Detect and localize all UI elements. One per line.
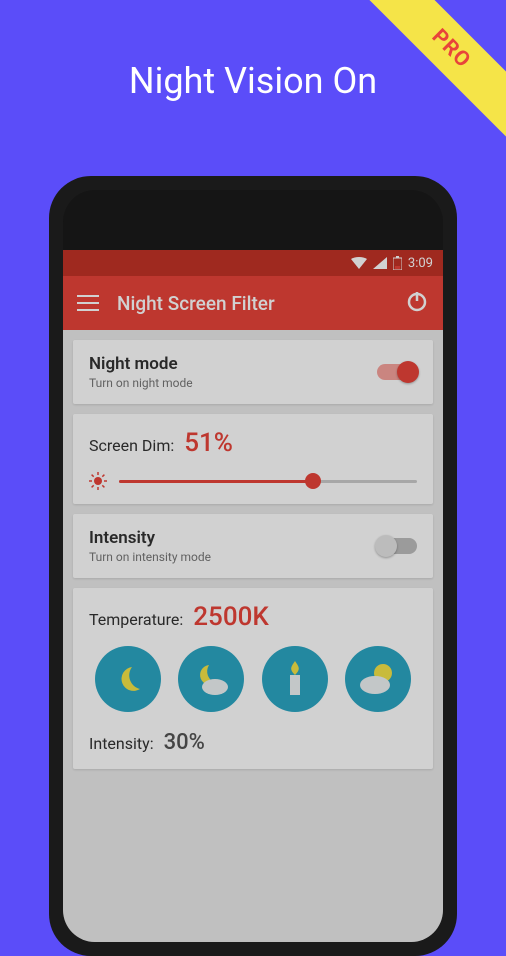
intensity-title: Intensity xyxy=(89,528,211,548)
wifi-icon xyxy=(351,257,367,269)
signal-icon xyxy=(373,257,387,269)
intensity-subtitle: Turn on intensity mode xyxy=(89,550,211,564)
status-bar: 3:09 xyxy=(63,250,443,276)
menu-icon[interactable] xyxy=(77,295,99,311)
screen-dim-slider[interactable] xyxy=(119,480,417,483)
moon-cloud-icon[interactable] xyxy=(178,646,244,712)
content-area: Night mode Turn on night mode Screen Dim… xyxy=(63,340,443,769)
power-button[interactable] xyxy=(405,289,429,317)
brightness-icon xyxy=(89,472,107,490)
temperature-card: Temperature: 2500K xyxy=(73,588,433,769)
screen-dim-card: Screen Dim: 51% xyxy=(73,414,433,504)
screen-dim-value: 51% xyxy=(184,428,233,458)
intensity-toggle[interactable] xyxy=(377,538,417,554)
battery-icon xyxy=(393,256,402,270)
night-mode-card: Night mode Turn on night mode xyxy=(73,340,433,404)
temperature-label: Temperature: xyxy=(89,610,183,629)
app-screen: 3:09 Night Screen Filter Night mo xyxy=(63,250,443,942)
pro-ribbon-text: PRO xyxy=(427,25,475,73)
screen-dim-label: Screen Dim: xyxy=(89,436,174,455)
app-title: Night Screen Filter xyxy=(117,292,405,315)
night-mode-toggle[interactable] xyxy=(377,364,417,380)
app-bar: Night Screen Filter xyxy=(63,276,443,330)
phone-frame: 3:09 Night Screen Filter Night mo xyxy=(49,176,457,956)
moon-icon[interactable] xyxy=(95,646,161,712)
sun-cloud-icon[interactable] xyxy=(345,646,411,712)
candle-icon[interactable] xyxy=(262,646,328,712)
statusbar-time: 3:09 xyxy=(408,256,433,271)
intensity-label: Intensity: xyxy=(89,734,154,753)
temperature-value: 2500K xyxy=(193,602,269,632)
night-mode-subtitle: Turn on night mode xyxy=(89,376,193,390)
pro-ribbon: PRO xyxy=(356,0,506,150)
intensity-value: 30% xyxy=(164,730,205,755)
night-mode-title: Night mode xyxy=(89,354,193,374)
intensity-toggle-card: Intensity Turn on intensity mode xyxy=(73,514,433,578)
